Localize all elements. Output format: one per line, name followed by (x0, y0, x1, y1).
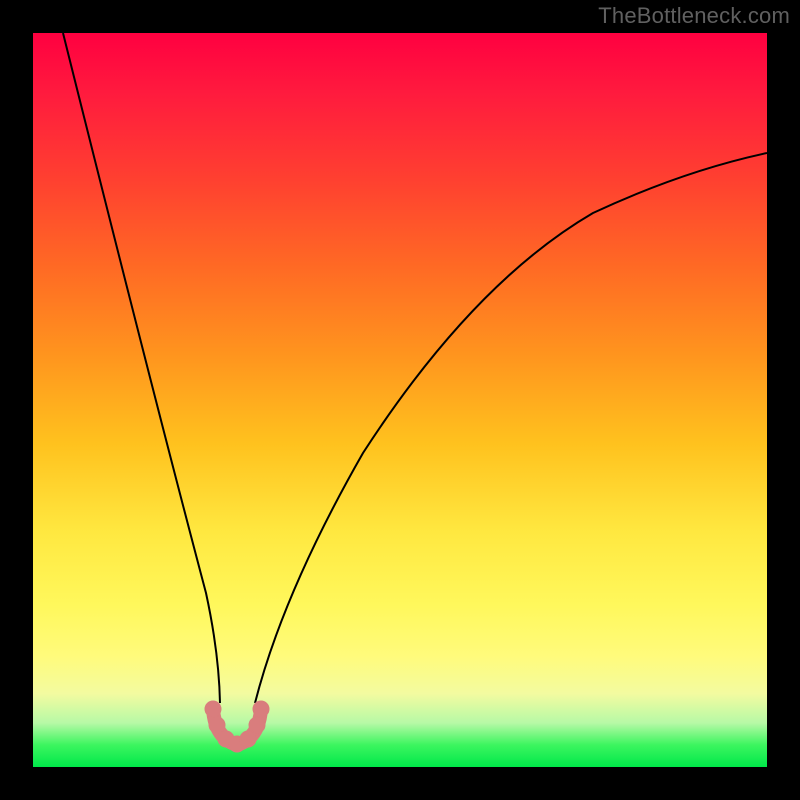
watermark-text: TheBottleneck.com (598, 3, 790, 29)
valley-marker (205, 701, 269, 752)
curve-left-branch (63, 33, 220, 703)
chart-curves (33, 33, 767, 767)
curve-right-branch (255, 153, 767, 703)
chart-frame: TheBottleneck.com (0, 0, 800, 800)
chart-plot-area (33, 33, 767, 767)
